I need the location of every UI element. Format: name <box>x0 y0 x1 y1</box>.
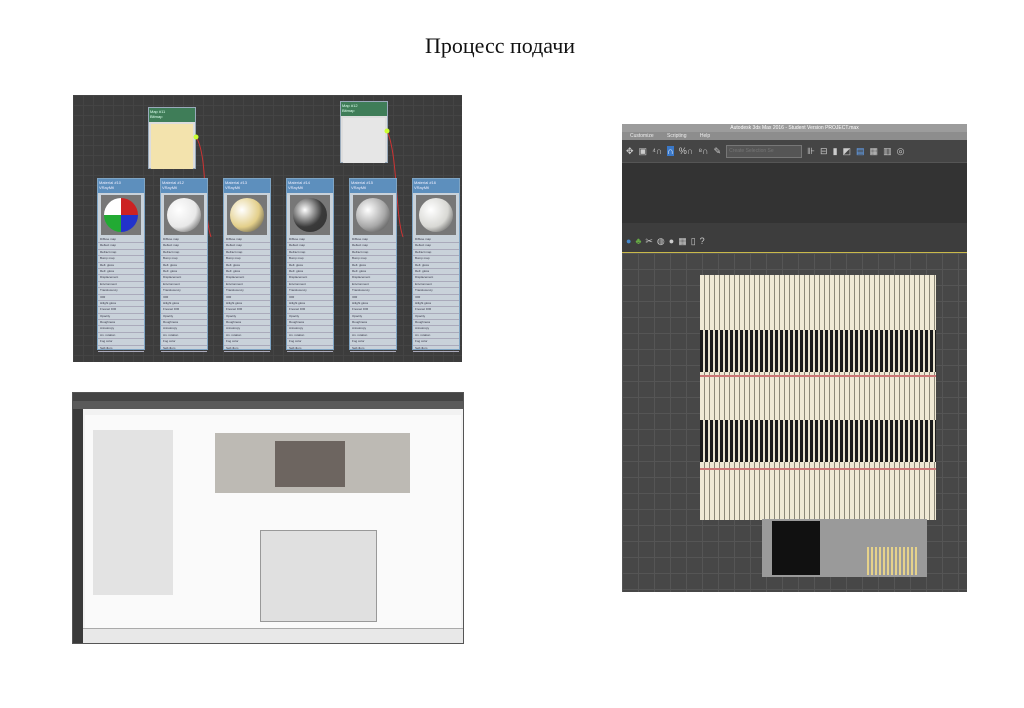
leaf-icon[interactable]: ♣ <box>635 236 641 246</box>
tools-icon[interactable]: ✂ <box>645 236 653 247</box>
material-node[interactable]: Material #16 VRayMtl Diffuse map Reflect ma… <box>412 178 460 353</box>
max-title-bar: Autodesk 3ds Max 2016 - Student Version … <box>622 124 967 132</box>
mirror-icon[interactable]: ⊪ <box>807 146 815 157</box>
material-preview <box>101 195 141 235</box>
material-node-type: VRayMtl <box>99 185 115 190</box>
material-node[interactable]: Material #14 VRayMtl Diffuse map Reflect ma… <box>286 178 334 353</box>
ps-toolbox <box>73 409 83 643</box>
grid-icon[interactable]: ▦ <box>678 236 687 247</box>
material-slot[interactable]: Self-illum <box>287 346 333 353</box>
material-editor-screenshot: Map #11 Bitmap Map #12 Bitmap Material #10… <box>73 95 462 362</box>
material-preview <box>416 195 456 235</box>
photoshop-screenshot <box>72 392 464 644</box>
snap-icon[interactable]: ⁸∩ <box>698 146 708 156</box>
building-ground-floor <box>762 519 927 577</box>
material-node[interactable]: Material #13 VRayMtl Diffuse map Reflect ma… <box>223 178 271 353</box>
snap-icon[interactable]: %∩ <box>679 146 693 156</box>
material-slot[interactable]: Self-illum <box>350 346 396 353</box>
material-node[interactable]: Material #15 VRayMtl Diffuse map Reflect ma… <box>349 178 397 353</box>
snap-icon[interactable]: ⁴∩ <box>652 146 662 156</box>
render-frame-icon[interactable]: ▥ <box>883 146 892 157</box>
material-node-type: VRayMtl <box>351 185 367 190</box>
material-slot[interactable]: Self-illum <box>413 346 459 353</box>
max-menubar: Customize Scripting Help <box>622 132 967 140</box>
layer-icon[interactable]: ▮ <box>833 146 838 157</box>
slide-title: Процесс подачи <box>424 33 576 58</box>
render-setup-icon[interactable]: ▦ <box>870 146 879 157</box>
material-node[interactable]: Material #12 VRayMtl Diffuse map Reflect ma… <box>160 178 208 353</box>
material-slot[interactable]: Self-illum <box>161 346 207 353</box>
floor-plan <box>260 530 377 622</box>
move-icon[interactable]: ✥ <box>626 146 634 157</box>
snap-icon[interactable]: ∩ <box>667 146 674 156</box>
ps-menubar <box>73 393 463 401</box>
render-icon[interactable]: ▣ <box>639 146 648 157</box>
3dsmax-screenshot: Autodesk 3ds Max 2016 - Student Version … <box>622 124 967 592</box>
material-preview <box>227 195 267 235</box>
material-preview <box>164 195 204 235</box>
render-production-icon[interactable]: ◎ <box>897 146 905 157</box>
site-plan <box>93 430 173 595</box>
material-node-type: VRayMtl <box>414 185 430 190</box>
ps-options-bar <box>73 401 463 409</box>
menu-scripting[interactable]: Scripting <box>667 133 686 139</box>
ps-status-bar <box>83 628 463 643</box>
perspective-viewport[interactable] <box>622 252 967 592</box>
menu-help[interactable]: Help <box>700 133 710 139</box>
sphere-icon[interactable]: ◍ <box>657 236 665 247</box>
ps-document-canvas <box>85 415 461 629</box>
material-node[interactable]: Material #10 VRayMtl Diffuse map Reflect ma… <box>97 178 145 353</box>
max-main-toolbar: ✥ ▣ ⁴∩ ∩ %∩ ⁸∩ ✎ ⊪ ⊟ ▮ ◩ ▤ ▦ ▥ ◎ <box>622 140 967 162</box>
material-node-type: VRayMtl <box>225 185 241 190</box>
help-icon[interactable]: ? <box>700 236 705 246</box>
building-facade <box>700 275 936 520</box>
material-preview <box>353 195 393 235</box>
globe-icon[interactable]: ● <box>626 236 631 246</box>
align-icon[interactable]: ⊟ <box>820 146 828 157</box>
material-preview <box>290 195 330 235</box>
material-slot[interactable]: Self-illum <box>224 346 270 353</box>
bar-icon[interactable]: ▯ <box>691 236 696 247</box>
named-selection-input[interactable] <box>726 144 803 158</box>
max-ribbon <box>622 162 967 223</box>
material-node-type: VRayMtl <box>288 185 304 190</box>
section-drawing <box>215 433 410 493</box>
material-icon[interactable]: ● <box>669 236 674 246</box>
viewport-toolbar: ● ♣ ✂ ◍ ● ▦ ▯ ? <box>622 232 705 250</box>
material-node-type: VRayMtl <box>162 185 178 190</box>
material-slot[interactable]: Self-illum <box>98 346 144 353</box>
menu-customize[interactable]: Customize <box>630 133 654 139</box>
scene-explorer-icon[interactable]: ◩ <box>843 146 852 157</box>
edit-named-selection-icon[interactable]: ✎ <box>714 146 722 157</box>
material-editor-icon[interactable]: ▤ <box>856 146 865 157</box>
